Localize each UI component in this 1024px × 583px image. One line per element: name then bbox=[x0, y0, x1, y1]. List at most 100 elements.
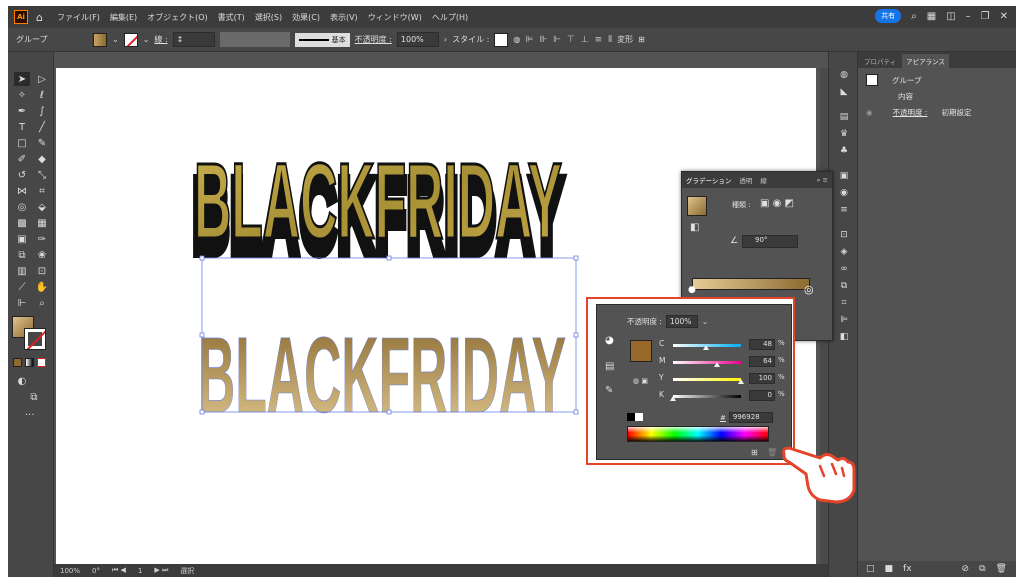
live-paint-tool-icon[interactable]: ⬙ bbox=[34, 200, 50, 214]
shaper-tool-icon[interactable]: ✐ bbox=[14, 152, 30, 166]
eyedropper-tool-icon[interactable]: ✑ bbox=[34, 232, 50, 246]
variable-width-profile[interactable] bbox=[219, 32, 290, 47]
print-tiling-tool-icon[interactable]: ⊩ bbox=[14, 296, 30, 310]
cyan-slider-row[interactable]: C 48 % bbox=[659, 339, 789, 351]
restore-icon[interactable]: ❐ bbox=[981, 11, 990, 22]
layers-icon[interactable]: ◈ bbox=[829, 243, 859, 260]
tab-stroke[interactable]: 線 bbox=[760, 175, 767, 185]
distribute-icon[interactable]: ≡ bbox=[595, 35, 603, 45]
channel-thumb[interactable] bbox=[670, 396, 676, 401]
align-center-icon[interactable]: ⊪ bbox=[539, 35, 547, 45]
stroke-label[interactable]: 線 : bbox=[154, 34, 167, 45]
channel-thumb[interactable] bbox=[702, 345, 709, 350]
opacity-row-label[interactable]: 不透明度 : bbox=[893, 107, 928, 118]
artboard-tool-icon[interactable]: ⊡ bbox=[34, 264, 50, 278]
opacity-label[interactable]: 不透明度 : bbox=[355, 34, 392, 45]
rotate-tool-icon[interactable]: ↺ bbox=[14, 168, 30, 182]
color-spectrum[interactable] bbox=[627, 426, 769, 442]
bottom-gradient-text[interactable]: BLACKFRIDAY bbox=[198, 255, 579, 435]
color-button[interactable] bbox=[13, 358, 22, 367]
menu-window[interactable]: ウィンドウ(W) bbox=[368, 12, 422, 23]
color-mode-icon[interactable]: ◕ bbox=[605, 335, 614, 346]
channel-track[interactable] bbox=[673, 395, 741, 398]
rectangle-tool-icon[interactable]: □ bbox=[14, 136, 30, 150]
handle-tr[interactable] bbox=[573, 255, 579, 261]
gradient-panel-icon[interactable]: ◉ bbox=[829, 184, 859, 201]
artboard-next-icon[interactable]: ▶ ⏭ bbox=[154, 566, 168, 575]
clear-appearance-icon[interactable]: ⊘ bbox=[962, 564, 970, 574]
home-icon[interactable]: ⌂ bbox=[36, 11, 43, 24]
duplicate-item-icon[interactable]: ⧉ bbox=[979, 564, 985, 574]
screen-mode-icon[interactable]: ⧉ bbox=[26, 390, 42, 404]
width-tool-icon[interactable]: ⋈ bbox=[14, 184, 30, 198]
eyedropper-icon[interactable]: ✎ bbox=[605, 385, 613, 396]
perspective-grid-tool-icon[interactable]: ▩ bbox=[14, 216, 30, 230]
menu-effect[interactable]: 効果(C) bbox=[292, 12, 320, 23]
handle-tc[interactable] bbox=[386, 255, 392, 261]
menu-file[interactable]: ファイル(F) bbox=[57, 12, 100, 23]
magenta-slider-row[interactable]: M 64 % bbox=[659, 356, 789, 368]
transform-icon[interactable]: ⌗ bbox=[829, 294, 859, 311]
workspace-icon[interactable]: ▦ bbox=[927, 11, 936, 22]
free-transform-tool-icon[interactable]: ⌗ bbox=[34, 184, 50, 198]
mesh-tool-icon[interactable]: ▦ bbox=[34, 216, 50, 230]
swatch-mode-icon[interactable]: ▤ bbox=[605, 361, 614, 372]
handle-br[interactable] bbox=[573, 409, 579, 415]
graphic-style-swatch[interactable] bbox=[494, 32, 509, 47]
stroke-box[interactable] bbox=[24, 328, 46, 350]
black-slider-row[interactable]: K 0 % bbox=[659, 390, 789, 402]
image-trace-icon[interactable]: ⊡ bbox=[829, 226, 859, 243]
artboard-number[interactable]: 1 bbox=[138, 567, 142, 575]
channel-value[interactable]: 64 bbox=[749, 356, 775, 367]
selection-tool-icon[interactable]: ➤ bbox=[14, 72, 30, 86]
direct-selection-tool-icon[interactable]: ▷ bbox=[34, 72, 50, 86]
black-white-swatches[interactable] bbox=[627, 413, 643, 421]
gradient-type-buttons[interactable]: ▣ ◉ ◩ bbox=[760, 198, 794, 209]
handle-bc[interactable] bbox=[386, 409, 392, 415]
magic-wand-tool-icon[interactable]: ✧ bbox=[14, 88, 30, 102]
chevron-down-icon[interactable]: ⌄ bbox=[702, 317, 708, 326]
channel-track[interactable] bbox=[673, 361, 741, 364]
column-graph-tool-icon[interactable]: ▥ bbox=[14, 264, 30, 278]
color-popup-opacity-input[interactable]: 100% bbox=[665, 315, 698, 328]
brushes-icon[interactable]: ♛ bbox=[829, 125, 859, 142]
channel-value[interactable]: 48 bbox=[749, 339, 775, 350]
align-middle-icon[interactable]: ⊥ bbox=[581, 35, 589, 45]
handle-mr[interactable] bbox=[573, 332, 579, 338]
symbol-sprayer-tool-icon[interactable]: ❀ bbox=[34, 248, 50, 262]
zoom-tool-icon[interactable]: ⌕ bbox=[34, 296, 50, 310]
stroke-panel-icon[interactable]: ▣ bbox=[829, 167, 859, 184]
add-stroke-icon[interactable]: □ bbox=[866, 564, 875, 574]
out-of-gamut-icon[interactable]: ◍ ▣ bbox=[633, 377, 648, 385]
distribute-h-icon[interactable]: ⦀ bbox=[608, 35, 612, 45]
align-top-icon[interactable]: ⊤ bbox=[567, 35, 575, 45]
fill-stroke-toggle-icon[interactable]: ◧ bbox=[690, 222, 699, 233]
arrange-icon[interactable]: ◫ bbox=[946, 11, 955, 22]
gradient-tool-icon[interactable]: ▣ bbox=[14, 232, 30, 246]
line-tool-icon[interactable]: ╱ bbox=[34, 120, 50, 134]
contents-row[interactable]: 内容 bbox=[858, 88, 1016, 104]
recolor-icon[interactable]: ◍ bbox=[513, 35, 520, 44]
opacity-row[interactable]: ◉ 不透明度 : 初期設定 bbox=[858, 104, 1016, 120]
eraser-tool-icon[interactable]: ◆ bbox=[34, 152, 50, 166]
transparency-icon[interactable]: ≡ bbox=[829, 201, 859, 218]
menu-type[interactable]: 書式(T) bbox=[218, 12, 245, 23]
chevron-down-icon[interactable]: ⌄ bbox=[112, 35, 119, 44]
transform-label[interactable]: 変形 bbox=[617, 34, 633, 45]
type-tool-icon[interactable]: T bbox=[14, 120, 30, 134]
links-icon[interactable]: ∞ bbox=[829, 260, 859, 277]
handle-bl[interactable] bbox=[199, 409, 205, 415]
gradient-stop-right[interactable]: ◎ bbox=[804, 283, 814, 296]
isolate-icon[interactable]: ⊞ bbox=[638, 35, 645, 44]
channel-thumb[interactable] bbox=[713, 362, 720, 367]
rotation-value[interactable]: 0° bbox=[92, 567, 100, 575]
artboard-nav-icon[interactable]: ⏮ ◀ bbox=[112, 566, 126, 575]
artboards-icon[interactable]: ⧉ bbox=[829, 277, 859, 294]
opacity-input[interactable]: 100% bbox=[396, 32, 439, 47]
align-left-icon[interactable]: ⊫ bbox=[525, 35, 533, 45]
menu-select[interactable]: 選択(S) bbox=[255, 12, 282, 23]
fill-stroke-control[interactable] bbox=[12, 316, 48, 352]
add-swatch-icon[interactable]: ⊞ bbox=[751, 448, 758, 457]
hex-input[interactable]: 996928 bbox=[728, 412, 773, 423]
scale-tool-icon[interactable]: ⤡ bbox=[34, 168, 50, 182]
